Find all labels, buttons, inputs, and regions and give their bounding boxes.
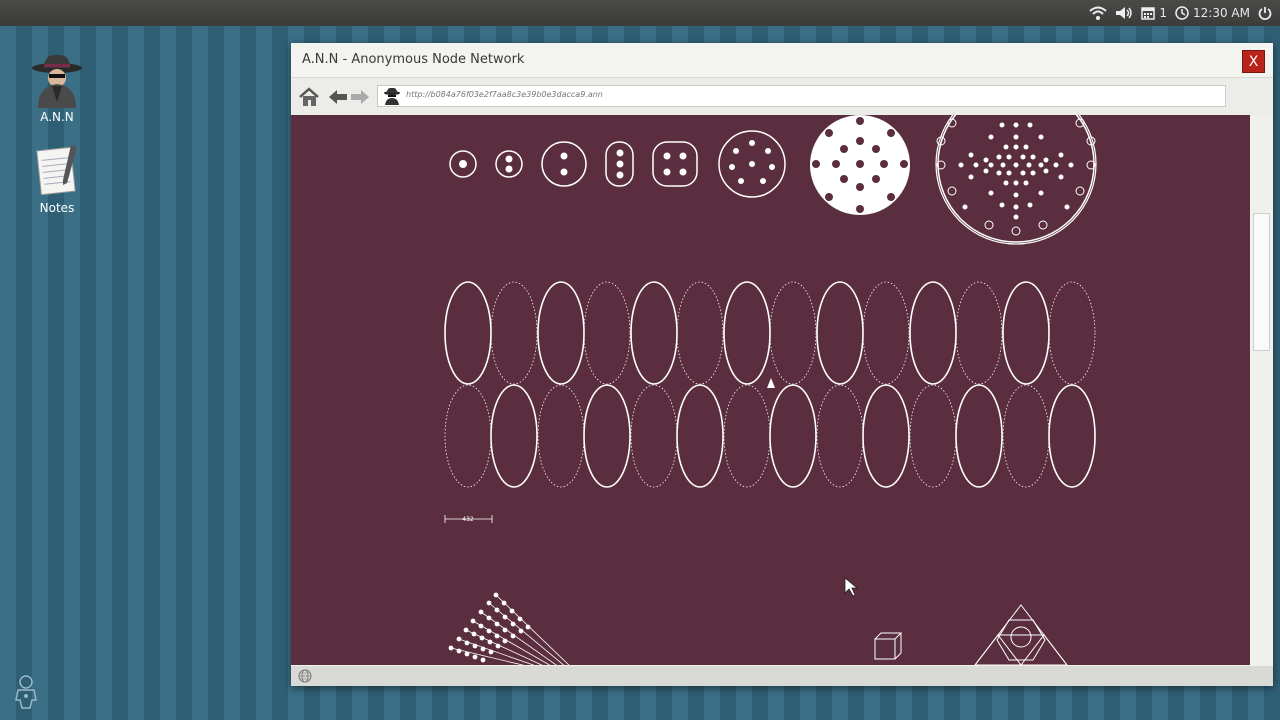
cube-icon <box>874 632 903 660</box>
globe-icon <box>298 669 312 683</box>
clock-indicator[interactable]: 12:30 AM <box>1175 6 1250 20</box>
desktop-icon-notes[interactable]: Notes <box>20 143 94 215</box>
launcher-button[interactable] <box>12 674 40 714</box>
desktop-icon-ann[interactable]: A.N.N <box>20 52 94 124</box>
home-icon <box>299 87 319 106</box>
star-circle-ring <box>935 115 1097 245</box>
star-circle-dots <box>958 122 1074 220</box>
power-icon[interactable] <box>1258 6 1272 20</box>
forward-button[interactable] <box>348 85 372 109</box>
geometry-canvas: 432 <box>444 115 1097 665</box>
desktop-icon-label: Notes <box>39 201 75 215</box>
calendar-icon <box>1141 7 1156 20</box>
arrow-right-icon <box>351 90 369 104</box>
vertical-scrollbar[interactable] <box>1251 115 1273 665</box>
close-button[interactable]: X <box>1242 50 1265 73</box>
window-title: A.N.N - Anonymous Node Network <box>302 52 525 67</box>
arrow-left-icon <box>329 90 347 104</box>
url-text: http://b084a76f03e2f7aa8c3e39b0e3dacca9.… <box>406 90 603 99</box>
home-button[interactable] <box>297 85 321 109</box>
mouse-cursor-icon <box>844 577 859 597</box>
clock-icon <box>1175 6 1189 20</box>
volume-icon[interactable] <box>1115 6 1133 20</box>
dot-fan <box>448 592 570 665</box>
dot-circle-dots <box>459 115 910 215</box>
page-content: 432 <box>291 115 1250 665</box>
calendar-indicator[interactable]: 1 <box>1141 6 1167 20</box>
dot-circle-sequence <box>449 115 1095 243</box>
triangle-marker <box>767 378 775 388</box>
desktop-icon-label: A.N.N <box>40 110 74 124</box>
notepad-icon <box>36 145 77 196</box>
url-bar[interactable]: http://b084a76f03e2f7aa8c3e39b0e3dacca9.… <box>377 85 1226 107</box>
triangle-lattice <box>974 604 1068 665</box>
navigation-bar: http://b084a76f03e2f7aa8c3e39b0e3dacca9.… <box>291 77 1273 116</box>
browser-window: A.N.N - Anonymous Node Network X http://… <box>291 43 1273 686</box>
system-top-bar: 1 12:30 AM <box>0 0 1280 26</box>
wifi-icon[interactable] <box>1089 6 1108 20</box>
status-bar <box>291 666 1273 686</box>
spy-hat-icon <box>32 54 82 108</box>
person-figure-icon <box>15 675 37 709</box>
back-button[interactable] <box>326 85 350 109</box>
scale-label: 432 <box>462 516 474 523</box>
scrollbar-thumb[interactable] <box>1253 213 1270 351</box>
notification-count: 1 <box>1159 6 1168 20</box>
window-title-bar[interactable]: A.N.N - Anonymous Node Network X <box>291 43 1273 77</box>
spy-icon <box>384 87 400 105</box>
clock-time: 12:30 AM <box>1193 6 1250 20</box>
